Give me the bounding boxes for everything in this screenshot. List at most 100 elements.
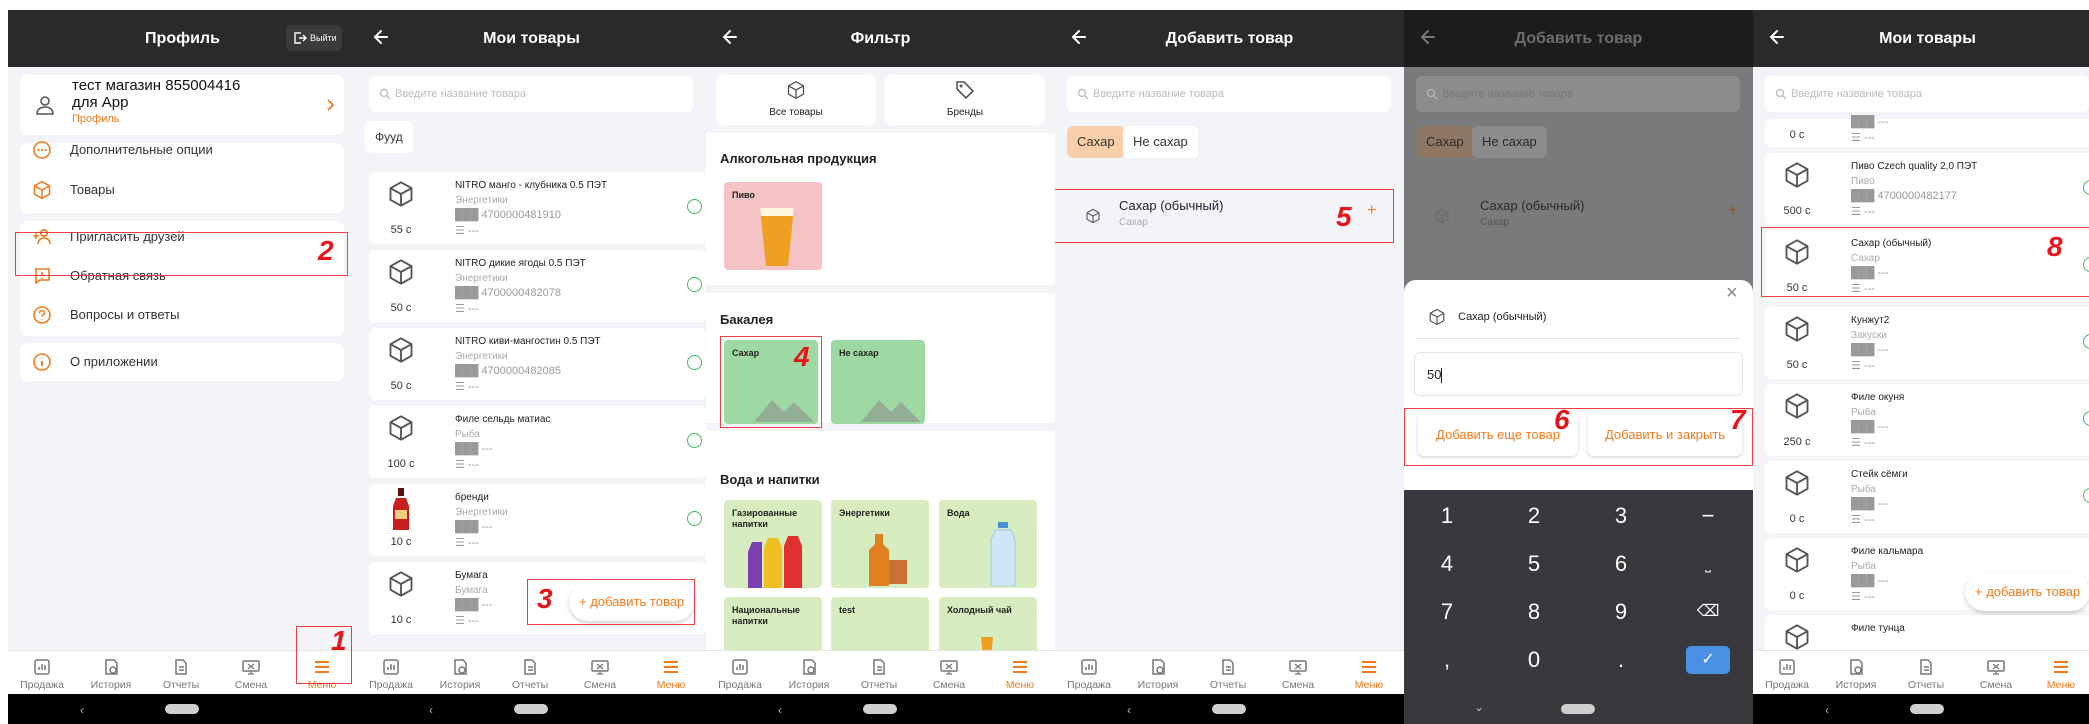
category-tile-energy[interactable]: Энергетики — [831, 500, 929, 588]
home-pill[interactable] — [1212, 704, 1246, 714]
desc-value: --- — [1863, 206, 1875, 218]
select-radio[interactable] — [2083, 411, 2089, 426]
home-pill[interactable] — [514, 704, 548, 714]
quantity-input[interactable]: 50 — [1414, 352, 1743, 396]
category-tile-no-sugar[interactable]: Не сахар — [831, 340, 925, 424]
nav-shift[interactable]: Смена — [1267, 655, 1329, 691]
select-radio[interactable] — [687, 433, 702, 448]
category-chip-no-sugar[interactable]: Не сахар — [1123, 126, 1198, 158]
product-row[interactable]: Филе тунца — [1765, 615, 2089, 650]
keyboard-hide-icon[interactable]: ⌄ — [1474, 700, 1484, 714]
nav-reports[interactable]: Отчеты — [1197, 655, 1259, 691]
key-dot[interactable]: . — [1578, 642, 1664, 678]
product-row[interactable]: 500 с Пиво Czech quality 2,0 ПЭТ Пиво ██… — [1765, 153, 2089, 225]
key-5[interactable]: 5 — [1491, 546, 1577, 582]
select-radio[interactable] — [687, 277, 702, 292]
nav-history[interactable]: История — [778, 655, 840, 691]
annotation-5: 5 — [1336, 201, 1352, 232]
home-pill[interactable] — [1561, 704, 1595, 714]
home-pill[interactable] — [863, 704, 897, 714]
category-tile-soda[interactable]: Газированные напитки — [724, 500, 822, 588]
nav-menu[interactable]: Меню — [640, 655, 702, 691]
select-radio[interactable] — [687, 355, 702, 370]
product-category: Энергетики — [455, 507, 508, 518]
product-row[interactable]: 10 с бренди Энергетики ███ --- ☰ --- — [369, 484, 706, 556]
product-row[interactable]: 250 с Филе окуня Рыба ███ --- ☰ --- — [1765, 384, 2089, 456]
search-input[interactable]: Введите название товара — [1765, 76, 2089, 112]
category-chip[interactable]: Фууд — [365, 121, 413, 153]
menu-item-faq[interactable]: Вопросы и ответы — [20, 291, 344, 339]
key-space[interactable]: ⎵ — [1665, 546, 1751, 582]
nav-reports[interactable]: Отчеты — [150, 655, 212, 691]
key-0[interactable]: 0 — [1491, 642, 1577, 678]
category-tile-water[interactable]: Вода — [939, 500, 1037, 588]
nav-history[interactable]: История — [1825, 655, 1887, 691]
menu-item-about[interactable]: О приложении — [20, 338, 344, 386]
select-radio[interactable] — [687, 199, 702, 214]
backspace-key[interactable]: ⌫ — [1665, 594, 1751, 630]
product-category: Закуски — [1851, 330, 1887, 341]
nav-menu[interactable]: Меню — [2036, 655, 2086, 691]
home-pill[interactable] — [165, 704, 199, 714]
system-back-icon[interactable]: ‹ — [1825, 703, 1829, 717]
brands-button[interactable]: Бренды — [885, 75, 1045, 125]
nav-menu[interactable]: Меню — [1338, 655, 1400, 691]
system-back-icon[interactable]: ‹ — [778, 703, 782, 717]
nav-sale[interactable]: Продажа — [1756, 655, 1818, 691]
key-8[interactable]: 8 — [1491, 594, 1577, 630]
product-row[interactable]: 50 с NITRO киви-мангостин 0.5 ПЭТ Энерге… — [369, 328, 706, 400]
key-4[interactable]: 4 — [1404, 546, 1490, 582]
category-chip-sugar[interactable]: Сахар — [1067, 126, 1125, 158]
nav-sale[interactable]: Продажа — [11, 655, 73, 691]
nav-shift[interactable]: Смена — [569, 655, 631, 691]
select-radio[interactable] — [2083, 334, 2089, 349]
page-title: Добавить товар — [1514, 30, 1643, 47]
category-tile-iced-tea[interactable]: Холодный чай — [939, 597, 1037, 650]
category-tile-national-drinks[interactable]: Национальные напитки — [724, 597, 822, 650]
confirm-key[interactable]: ✓ — [1686, 646, 1730, 674]
nav-reports[interactable]: Отчеты — [499, 655, 561, 691]
nav-reports[interactable]: Отчеты — [848, 655, 910, 691]
add-product-button[interactable]: + добавить товар — [1965, 573, 2089, 611]
nav-history[interactable]: История — [1127, 655, 1189, 691]
category-tile-test[interactable]: test — [831, 597, 929, 650]
key-3[interactable]: 3 — [1578, 498, 1664, 534]
search-input[interactable]: Введите название товара — [369, 76, 693, 112]
key-1[interactable]: 1 — [1404, 498, 1490, 534]
product-row[interactable]: 50 с Кунжут2 Закуски ███ --- ☰ --- — [1765, 307, 2089, 379]
menu-item-products[interactable]: Товары — [20, 166, 344, 214]
nav-history[interactable]: История — [80, 655, 142, 691]
all-products-button[interactable]: Все товары — [716, 75, 876, 125]
system-back-icon[interactable]: ‹ — [1127, 703, 1131, 717]
key-minus[interactable]: − — [1665, 498, 1751, 534]
select-radio[interactable] — [2083, 180, 2089, 195]
product-row[interactable]: 55 с NITRO манго - клубника 0.5 ПЭТ Энер… — [369, 172, 706, 244]
product-row[interactable]: 100 с Филе сельдь матиас Рыба ███ --- ☰ … — [369, 406, 706, 478]
nav-menu[interactable]: Меню — [989, 655, 1051, 691]
key-7[interactable]: 7 — [1404, 594, 1490, 630]
product-row[interactable]: 0 с Стейк сёмги Рыба ███ --- ☰ --- — [1765, 461, 2089, 533]
system-back-icon[interactable]: ‹ — [80, 703, 84, 717]
search-input[interactable]: Введите название товара — [1067, 76, 1391, 112]
category-tile-beer[interactable]: Пиво — [724, 182, 822, 270]
key-2[interactable]: 2 — [1491, 498, 1577, 534]
system-back-icon[interactable]: ‹ — [429, 703, 433, 717]
nav-history[interactable]: История — [429, 655, 491, 691]
select-radio[interactable] — [687, 511, 702, 526]
key-6[interactable]: 6 — [1578, 546, 1664, 582]
nav-shift[interactable]: Смена — [918, 655, 980, 691]
nav-shift[interactable]: Смена — [1965, 655, 2027, 691]
logout-button[interactable]: Выйти — [286, 25, 342, 51]
nav-shift[interactable]: Смена — [220, 655, 282, 691]
nav-reports[interactable]: Отчеты — [1895, 655, 1957, 691]
select-radio[interactable] — [2083, 488, 2089, 503]
close-icon[interactable]: × — [1726, 282, 1738, 305]
product-row[interactable]: 0 с ███ --- ☰ --- — [1765, 116, 2089, 147]
product-row[interactable]: 50 с NITRO дикие ягоды 0.5 ПЭТ Энергетик… — [369, 250, 706, 322]
nav-sale[interactable]: Продажа — [1058, 655, 1120, 691]
home-pill[interactable] — [1910, 704, 1944, 714]
key-comma[interactable]: , — [1404, 642, 1490, 678]
nav-sale[interactable]: Продажа — [709, 655, 771, 691]
nav-sale[interactable]: Продажа — [360, 655, 422, 691]
key-9[interactable]: 9 — [1578, 594, 1664, 630]
